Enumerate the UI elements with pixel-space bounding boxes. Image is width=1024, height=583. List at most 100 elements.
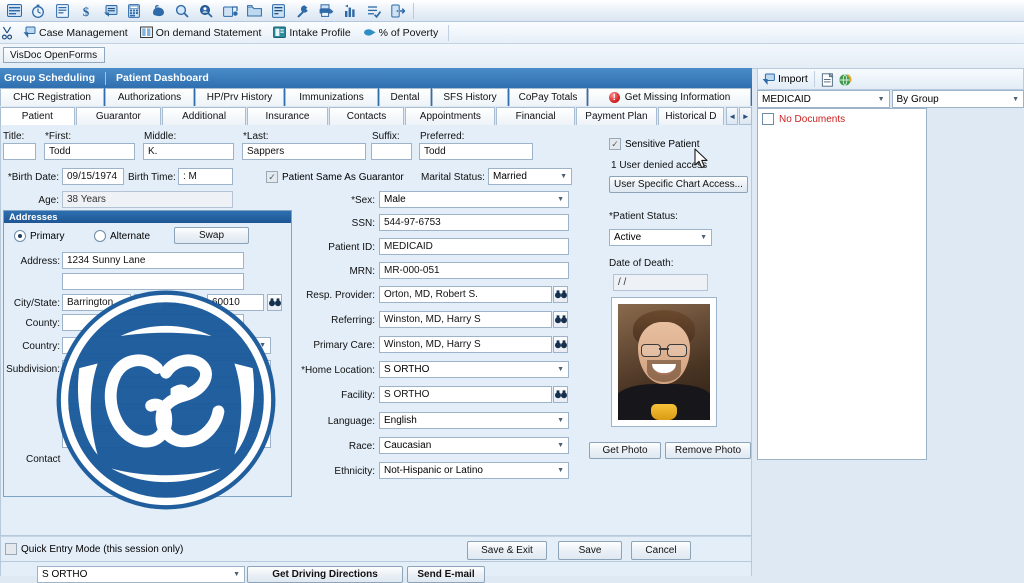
tab-authorizations[interactable]: Authorizations xyxy=(105,88,194,106)
resp-provider-lookup-icon[interactable] xyxy=(553,286,568,303)
first-name-input[interactable]: Todd xyxy=(44,143,135,160)
referring-lookup-icon[interactable] xyxy=(553,311,568,328)
middle-name-input[interactable]: K. xyxy=(143,143,234,160)
tab-chc-registration[interactable]: CHC Registration xyxy=(0,88,104,106)
referring-input[interactable]: Winston, MD, Harry S xyxy=(379,311,552,328)
toolbar-item-on-demand-statement[interactable]: On demand Statement xyxy=(136,25,266,40)
ethnicity-select[interactable]: Not-Hispanic or Latino ▼ xyxy=(379,462,569,479)
get-driving-directions-button[interactable]: Get Driving Directions xyxy=(247,566,403,583)
tab-row-primary: CHC Registration Authorizations HP/Prv H… xyxy=(0,88,752,106)
primary-care-lookup-icon[interactable] xyxy=(553,336,568,353)
suffix-input[interactable] xyxy=(371,143,412,160)
tab-payment-plan[interactable]: Payment Plan xyxy=(576,107,657,125)
last-name-input[interactable]: Sappers xyxy=(242,143,366,160)
mrn-input[interactable]: MR-000-051 xyxy=(379,262,569,279)
timer-icon[interactable] xyxy=(26,1,50,21)
toolbar-item-percent-of-poverty[interactable]: % of Poverty xyxy=(359,25,443,40)
tab-guarantor[interactable]: Guarantor xyxy=(76,107,161,125)
bar-chart-icon[interactable] xyxy=(338,1,362,21)
date-of-death-input[interactable]: / / xyxy=(613,274,708,291)
checklist-icon[interactable] xyxy=(362,1,386,21)
tab-hp-prv-history[interactable]: HP/Prv History xyxy=(195,88,284,106)
scissors-icon[interactable] xyxy=(2,26,15,39)
hand-pointer-icon[interactable] xyxy=(146,1,170,21)
scan-document-icon[interactable] xyxy=(821,73,834,86)
chart-open-icon[interactable] xyxy=(218,1,242,21)
tab-insurance[interactable]: Insurance xyxy=(247,107,327,125)
tab-financial[interactable]: Financial xyxy=(496,107,575,125)
document-list-item-no-documents[interactable]: No Documents xyxy=(762,113,922,125)
preferred-name-input[interactable]: Todd xyxy=(419,143,533,160)
module-patient-dashboard[interactable]: Patient Dashboard xyxy=(112,72,219,84)
resp-provider-input[interactable]: Orton, MD, Robert S. xyxy=(379,286,552,303)
tab-scroll-left-button[interactable]: ◄ xyxy=(726,107,739,125)
title-input[interactable] xyxy=(3,143,36,160)
web-document-icon[interactable] xyxy=(838,73,851,86)
swap-address-button[interactable]: Swap xyxy=(174,227,249,244)
send-email-button[interactable]: Send E-mail xyxy=(407,566,485,583)
dollar-icon[interactable]: $ xyxy=(74,1,98,21)
patient-id-input[interactable]: MEDICAID xyxy=(379,238,569,255)
exit-door-icon[interactable] xyxy=(386,1,410,21)
alternate-address-radio[interactable]: Alternate xyxy=(94,230,150,242)
tab-scroll-right-button[interactable]: ► xyxy=(739,107,752,125)
notes-icon[interactable] xyxy=(98,1,122,21)
tab-additional[interactable]: Additional xyxy=(162,107,246,125)
address-line1-input[interactable]: 1234 Sunny Lane xyxy=(62,252,244,269)
get-photo-button[interactable]: Get Photo xyxy=(589,442,661,459)
patient-same-as-guarantor-checkbox[interactable]: ✓ Patient Same As Guarantor xyxy=(266,171,404,183)
facility-lookup-icon[interactable] xyxy=(553,386,568,403)
footer-location-select[interactable]: S ORTHO ▼ xyxy=(37,566,245,583)
quick-entry-mode-checkbox[interactable]: Quick Entry Mode (this session only) xyxy=(5,543,183,555)
save-button[interactable]: Save xyxy=(558,541,622,560)
checkbox-box[interactable] xyxy=(762,113,774,125)
tab-sfs-history[interactable]: SFS History xyxy=(432,88,508,106)
language-select[interactable]: English ▼ xyxy=(379,412,569,429)
calculator-icon[interactable] xyxy=(122,1,146,21)
tab-immunizations[interactable]: Immunizations xyxy=(285,88,378,106)
document-filter-payer-select[interactable]: MEDICAID ▼ xyxy=(757,90,890,108)
search-icon[interactable] xyxy=(170,1,194,21)
printer-icon[interactable] xyxy=(314,1,338,21)
sensitive-patient-checkbox[interactable]: ✓ Sensitive Patient xyxy=(609,138,700,150)
tab-dental[interactable]: Dental xyxy=(379,88,431,106)
main-icon-toolbar: $ xyxy=(0,0,1024,22)
find-patient-icon[interactable] xyxy=(194,1,218,21)
suffix-label: Suffix: xyxy=(372,131,400,142)
toolbar-item-case-management[interactable]: Case Management xyxy=(19,25,132,40)
document-list[interactable]: No Documents xyxy=(757,108,927,460)
tab-patient[interactable]: Patient xyxy=(0,107,75,125)
tab-get-missing-information[interactable]: ! Get Missing Information xyxy=(588,88,751,106)
folder-icon[interactable] xyxy=(242,1,266,21)
cancel-button[interactable]: Cancel xyxy=(631,541,691,560)
remove-photo-button[interactable]: Remove Photo xyxy=(665,442,751,459)
toolbar-item-label: Intake Profile xyxy=(289,27,350,39)
tab-historical-data[interactable]: Historical D xyxy=(658,107,724,125)
ssn-input[interactable]: 544-97-6753 xyxy=(379,214,569,231)
toolbar-item-intake-profile[interactable]: Intake Profile xyxy=(269,25,354,40)
race-select[interactable]: Caucasian ▼ xyxy=(379,437,569,454)
tab-contacts[interactable]: Contacts xyxy=(329,107,405,125)
user-specific-chart-access-button[interactable]: User Specific Chart Access... xyxy=(609,176,748,193)
document-filter-grouping-select[interactable]: By Group ▼ xyxy=(892,90,1024,108)
home-location-select[interactable]: S ORTHO ▼ xyxy=(379,361,569,378)
tab-appointments[interactable]: Appointments xyxy=(405,107,495,125)
import-button[interactable]: Import xyxy=(762,73,808,86)
wrench-icon[interactable] xyxy=(290,1,314,21)
module-group-scheduling[interactable]: Group Scheduling xyxy=(0,72,105,84)
birth-date-input[interactable]: 09/15/1974 xyxy=(62,168,124,185)
sex-value: Male xyxy=(384,194,406,205)
document-lines-icon[interactable] xyxy=(50,1,74,21)
primary-care-input[interactable]: Winston, MD, Harry S xyxy=(379,336,552,353)
tab-copay-totals[interactable]: CoPay Totals xyxy=(509,88,587,106)
sex-select[interactable]: Male ▼ xyxy=(379,191,569,208)
save-and-exit-button[interactable]: Save & Exit xyxy=(467,541,547,560)
patient-status-select[interactable]: Active ▼ xyxy=(609,229,712,246)
form-icon[interactable] xyxy=(266,1,290,21)
list-view-icon[interactable] xyxy=(2,1,26,21)
marital-status-select[interactable]: Married ▼ xyxy=(488,168,572,185)
primary-address-radio[interactable]: Primary xyxy=(14,230,64,242)
facility-input[interactable]: S ORTHO xyxy=(379,386,552,403)
visdoc-openforms-button[interactable]: VisDoc OpenForms xyxy=(3,47,105,63)
birth-time-input[interactable]: : M xyxy=(178,168,233,185)
